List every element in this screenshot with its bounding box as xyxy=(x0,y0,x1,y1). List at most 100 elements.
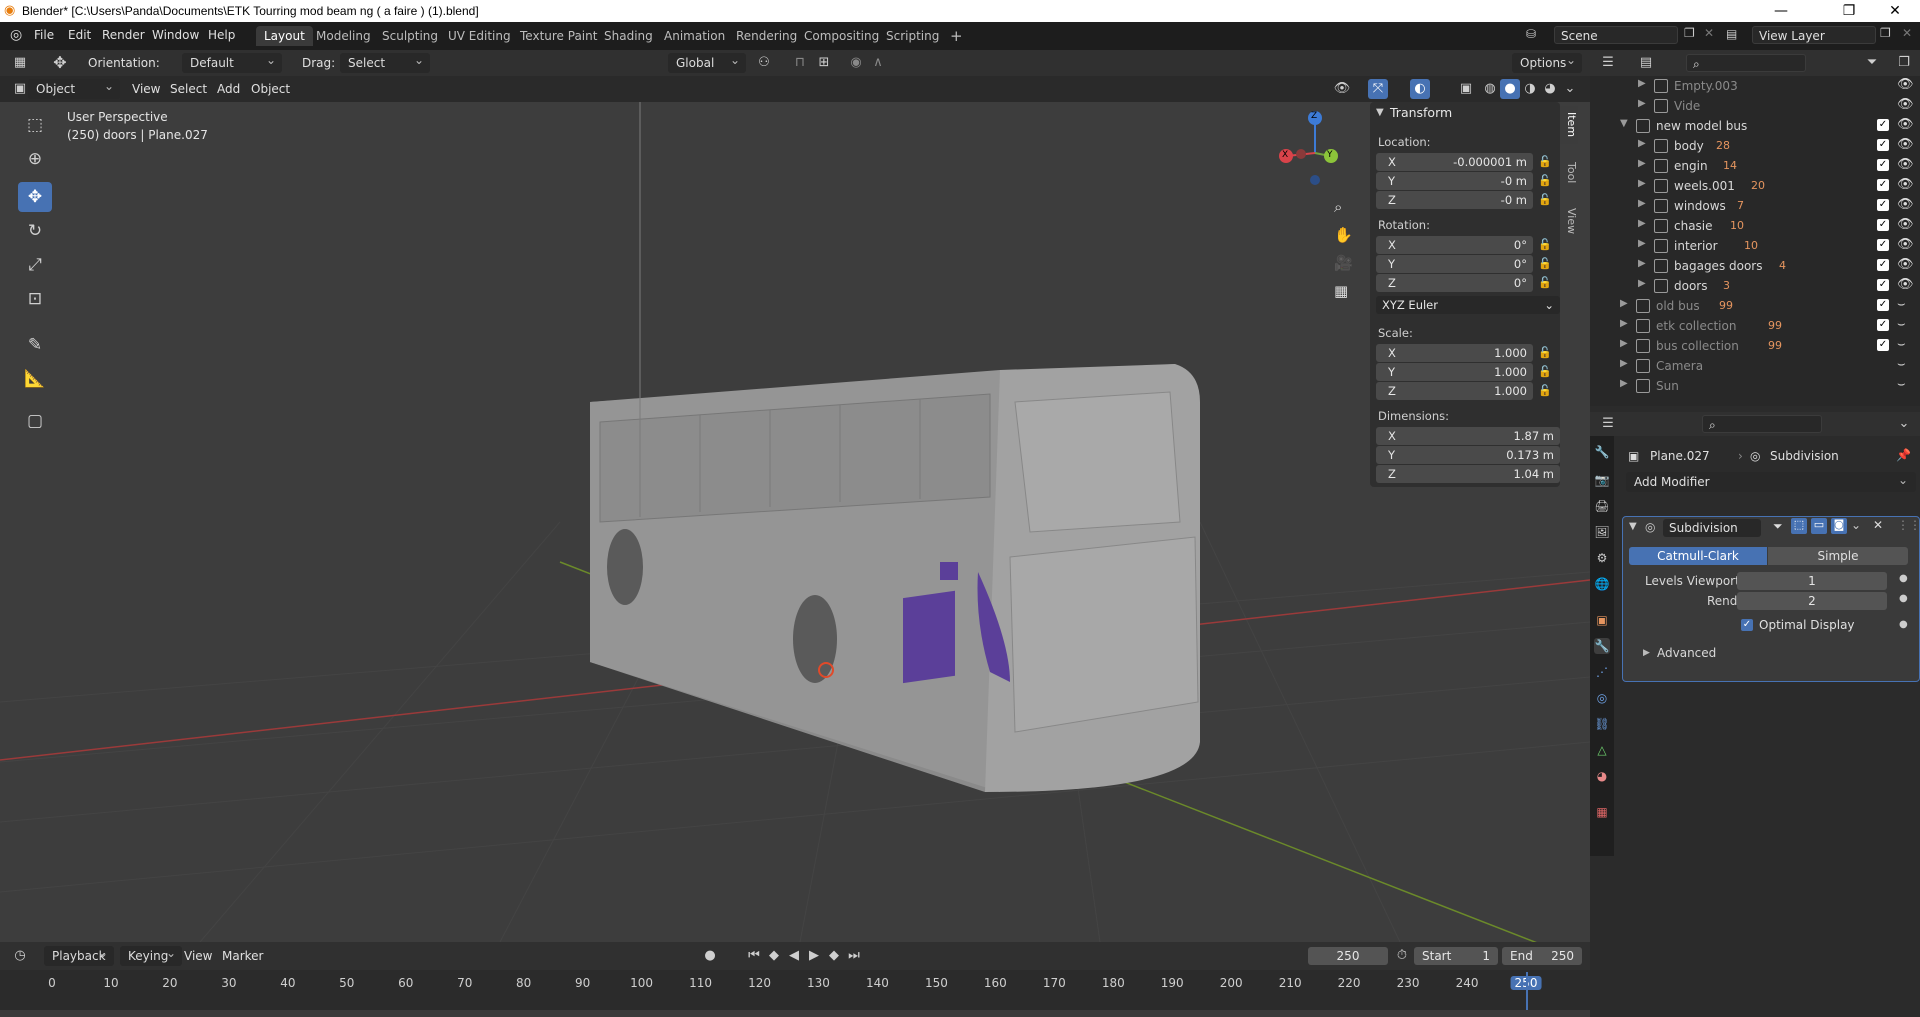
exclude-checkbox[interactable]: ✓ xyxy=(1877,139,1889,151)
expand-toggle-icon[interactable]: ▶ xyxy=(1638,218,1646,229)
rotate-tool-icon[interactable]: ↻ xyxy=(18,216,52,246)
panel-collapse-icon[interactable]: ▼ xyxy=(1376,107,1384,118)
timeline-menu-view[interactable]: View xyxy=(184,949,212,963)
lock-rotation-z-icon[interactable]: 🔓 xyxy=(1538,276,1552,289)
lock-location-x-icon[interactable]: 🔓 xyxy=(1538,155,1552,168)
lock-location-z-icon[interactable]: 🔓 xyxy=(1538,193,1552,206)
visibility-eye-icon[interactable]: ⌣ xyxy=(1897,337,1906,352)
visibility-eye-icon[interactable]: 👁 xyxy=(1897,277,1914,292)
properties-options-icon[interactable]: ⌄ xyxy=(1894,414,1914,434)
lock-scale-z-icon[interactable]: 🔓 xyxy=(1538,384,1552,397)
keyframe-dot-icon[interactable]: ● xyxy=(1899,619,1908,630)
menu-edit[interactable]: Edit xyxy=(68,28,91,42)
jump-end-icon[interactable]: ⏭ xyxy=(844,946,864,966)
visibility-eye-icon[interactable]: ⌣ xyxy=(1897,317,1906,332)
outliner-row[interactable]: ▶ Camera ⌣ xyxy=(1590,356,1920,376)
visibility-icon[interactable]: 👁 xyxy=(1332,79,1352,99)
outliner-row[interactable]: ▶ bagages doors 4 ✓ 👁 xyxy=(1590,256,1920,276)
lock-rotation-y-icon[interactable]: 🔓 xyxy=(1538,257,1552,270)
new-view-layer-icon[interactable]: ❐ xyxy=(1880,26,1891,40)
snap-target-icon[interactable]: ⊞ xyxy=(814,53,834,73)
menu-file[interactable]: File xyxy=(34,28,54,42)
current-frame-field[interactable]: 250 xyxy=(1308,947,1388,965)
wireframe-shading-icon[interactable]: ◍ xyxy=(1480,79,1500,99)
orientation-dropdown[interactable]: Default xyxy=(182,50,282,73)
outliner-row[interactable]: ▼ new model bus ✓ 👁 xyxy=(1590,116,1920,136)
render-toggle-icon[interactable]: ◙ xyxy=(1831,518,1847,534)
expand-toggle-icon[interactable]: ▶ xyxy=(1620,378,1628,389)
tab-uv-editing[interactable]: UV Editing xyxy=(440,26,519,46)
exclude-checkbox[interactable]: ✓ xyxy=(1877,119,1889,131)
visibility-eye-icon[interactable]: 👁 xyxy=(1897,197,1914,212)
prev-keyframe-icon[interactable]: ◆ xyxy=(764,946,784,966)
visibility-eye-icon[interactable]: 👁 xyxy=(1897,177,1914,192)
visibility-eye-icon[interactable]: 👁 xyxy=(1897,117,1914,132)
drag-dropdown[interactable]: Select Box xyxy=(340,50,430,90)
timeline-ruler[interactable]: 0 10 20 30 40 50 60 70 80 90 100 110 120 130 140 150 160… xyxy=(0,970,1590,1017)
exclude-checkbox[interactable]: ✓ xyxy=(1877,319,1889,331)
outliner-row[interactable]: ▶ engin 14 ✓ 👁 xyxy=(1590,156,1920,176)
expand-toggle-icon[interactable]: ▶ xyxy=(1638,138,1646,149)
viewport-toggle-icon[interactable]: ▭ xyxy=(1811,518,1827,534)
expand-toggle-icon[interactable]: ▶ xyxy=(1620,298,1628,309)
data-properties-icon[interactable]: △ xyxy=(1594,742,1610,758)
constraints-properties-icon[interactable]: ⛓ xyxy=(1594,716,1610,732)
dimensions-z-field[interactable]: Z 1.04 m xyxy=(1376,465,1560,483)
filter-icon[interactable]: ⏷ xyxy=(1862,53,1882,73)
expand-toggle-icon[interactable]: ▶ xyxy=(1620,358,1628,369)
transform-tool-icon[interactable]: ⊡ xyxy=(18,284,52,314)
display-mode-icon[interactable]: ▤ xyxy=(1636,53,1656,73)
view-layer-properties-icon[interactable]: 🖼 xyxy=(1594,524,1610,540)
view-layer-name-field[interactable]: View Layer xyxy=(1752,26,1876,44)
modifier-properties-icon[interactable]: 🔧 xyxy=(1594,638,1610,654)
visibility-eye-icon[interactable]: 👁 xyxy=(1897,137,1914,152)
orthographic-toggle-icon[interactable]: ▦ xyxy=(1334,282,1348,300)
visibility-eye-icon[interactable]: 👁 xyxy=(1897,97,1914,112)
pin-icon[interactable]: 📌 xyxy=(1896,448,1911,462)
xray-toggle-icon[interactable]: ▣ xyxy=(1456,79,1476,99)
tab-item[interactable]: Item xyxy=(1560,106,1578,144)
clock-icon[interactable]: ⏱ xyxy=(1392,946,1412,966)
visibility-eye-icon[interactable]: 👁 xyxy=(1897,257,1914,272)
visibility-eye-icon[interactable]: ⌣ xyxy=(1897,357,1906,372)
expand-toggle-icon[interactable]: ▶ xyxy=(1638,78,1646,89)
exclude-checkbox[interactable]: ✓ xyxy=(1877,339,1889,351)
record-icon[interactable]: ● xyxy=(700,946,720,966)
tool-properties-icon[interactable]: 🔧 xyxy=(1594,444,1610,460)
solid-shading-icon[interactable]: ● xyxy=(1500,79,1520,99)
levels-viewport-field[interactable]: 1 xyxy=(1737,572,1887,590)
menu-render[interactable]: Render xyxy=(102,28,145,42)
tab-animation[interactable]: Animation xyxy=(656,26,733,46)
expand-toggle-icon[interactable]: ▶ xyxy=(1620,318,1628,329)
physics-properties-icon[interactable]: ◎ xyxy=(1594,690,1610,706)
properties-editor-type-icon[interactable]: ☰ xyxy=(1598,414,1618,434)
visibility-eye-icon[interactable]: 👁 xyxy=(1897,77,1914,92)
timeline-menu-marker[interactable]: Marker xyxy=(222,949,263,963)
catmull-clark-button[interactable]: Catmull-Clark xyxy=(1629,547,1767,565)
outliner-row[interactable]: ▶ weels.001 20 ✓ 👁 xyxy=(1590,176,1920,196)
scene-icon[interactable]: ⛁ xyxy=(1526,27,1536,41)
location-z-field[interactable]: Z -0 m xyxy=(1376,191,1533,209)
outliner-row[interactable]: ▶ chasie 10 ✓ 👁 xyxy=(1590,216,1920,236)
edit-mode-toggle-icon[interactable]: ⬚ xyxy=(1791,518,1807,534)
tab-scripting[interactable]: Scripting xyxy=(878,26,947,46)
expand-toggle-icon[interactable]: ▶ xyxy=(1638,258,1646,269)
proportional-edit-icon[interactable]: ◉ xyxy=(846,53,866,73)
rotation-z-field[interactable]: Z 0° xyxy=(1376,274,1533,292)
expand-toggle-icon[interactable]: ▶ xyxy=(1638,98,1646,109)
pan-hand-icon[interactable]: ✋ xyxy=(1334,226,1353,244)
advanced-expand-icon[interactable]: ▶ xyxy=(1643,648,1650,658)
navigation-gizmo[interactable]: Z X Y xyxy=(1275,108,1355,188)
scale-z-field[interactable]: Z 1.000 xyxy=(1376,382,1533,400)
scale-x-field[interactable]: X 1.000 xyxy=(1376,344,1533,362)
playback-dropdown[interactable]: Playback xyxy=(44,943,114,966)
outliner-row[interactable]: ▶ Empty.003 👁 xyxy=(1590,76,1920,96)
expand-toggle-icon[interactable]: ▶ xyxy=(1638,178,1646,189)
drag-handle-icon[interactable]: ⋮⋮ xyxy=(1897,518,1920,532)
minimize-button[interactable]: — xyxy=(1758,0,1804,22)
tab-texture-paint[interactable]: Texture Paint xyxy=(512,26,605,46)
visibility-eye-icon[interactable]: ⌣ xyxy=(1897,377,1906,392)
close-window-button[interactable]: ✕ xyxy=(1872,0,1918,22)
lock-rotation-x-icon[interactable]: 🔓 xyxy=(1538,238,1552,251)
lock-location-y-icon[interactable]: 🔓 xyxy=(1538,174,1552,187)
